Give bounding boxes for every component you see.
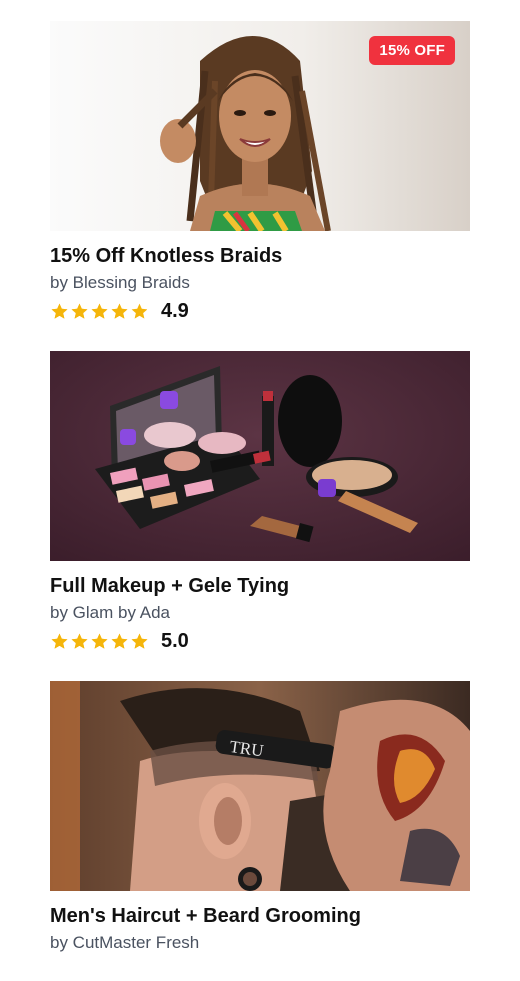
star-rating — [50, 302, 149, 321]
service-image[interactable]: 15% OFF — [50, 21, 470, 231]
service-card[interactable]: Full Makeup + Gele Tying by Glam by Ada … — [50, 351, 470, 681]
star-icon — [131, 633, 148, 649]
service-title[interactable]: Full Makeup + Gele Tying — [50, 574, 470, 598]
service-title[interactable]: Men's Haircut + Beard Grooming — [50, 904, 470, 928]
service-list: 15% OFF 15% Off Knotless Braids by Bless… — [50, 21, 470, 981]
star-icon — [131, 303, 148, 319]
star-icon — [91, 303, 108, 319]
star-icon — [71, 303, 88, 319]
barber-photo: TRU — [50, 681, 470, 891]
star-icon — [111, 303, 128, 319]
star-icon — [71, 633, 88, 649]
discount-badge: 15% OFF — [369, 36, 455, 65]
service-image[interactable] — [50, 351, 470, 561]
service-title[interactable]: 15% Off Knotless Braids — [50, 244, 470, 268]
star-rating — [50, 632, 149, 651]
service-provider: by Blessing Braids — [50, 273, 190, 292]
rating-value: 4.9 — [161, 299, 189, 322]
rating-value: 5.0 — [161, 629, 189, 652]
star-icon — [51, 633, 68, 649]
rating-row: 4.9 — [50, 299, 470, 323]
service-provider: by CutMaster Fresh — [50, 933, 200, 952]
makeup-photo — [50, 351, 470, 561]
service-provider: by Glam by Ada — [50, 603, 171, 622]
star-icon — [91, 633, 108, 649]
service-image[interactable]: TRU — [50, 681, 470, 891]
star-icon — [51, 303, 68, 319]
star-icon — [111, 633, 128, 649]
service-card[interactable]: TRU Men's Haircut + Beard Grooming by Cu… — [50, 681, 470, 981]
service-card[interactable]: 15% OFF 15% Off Knotless Braids by Bless… — [50, 21, 470, 351]
rating-row: 5.0 — [50, 629, 470, 653]
